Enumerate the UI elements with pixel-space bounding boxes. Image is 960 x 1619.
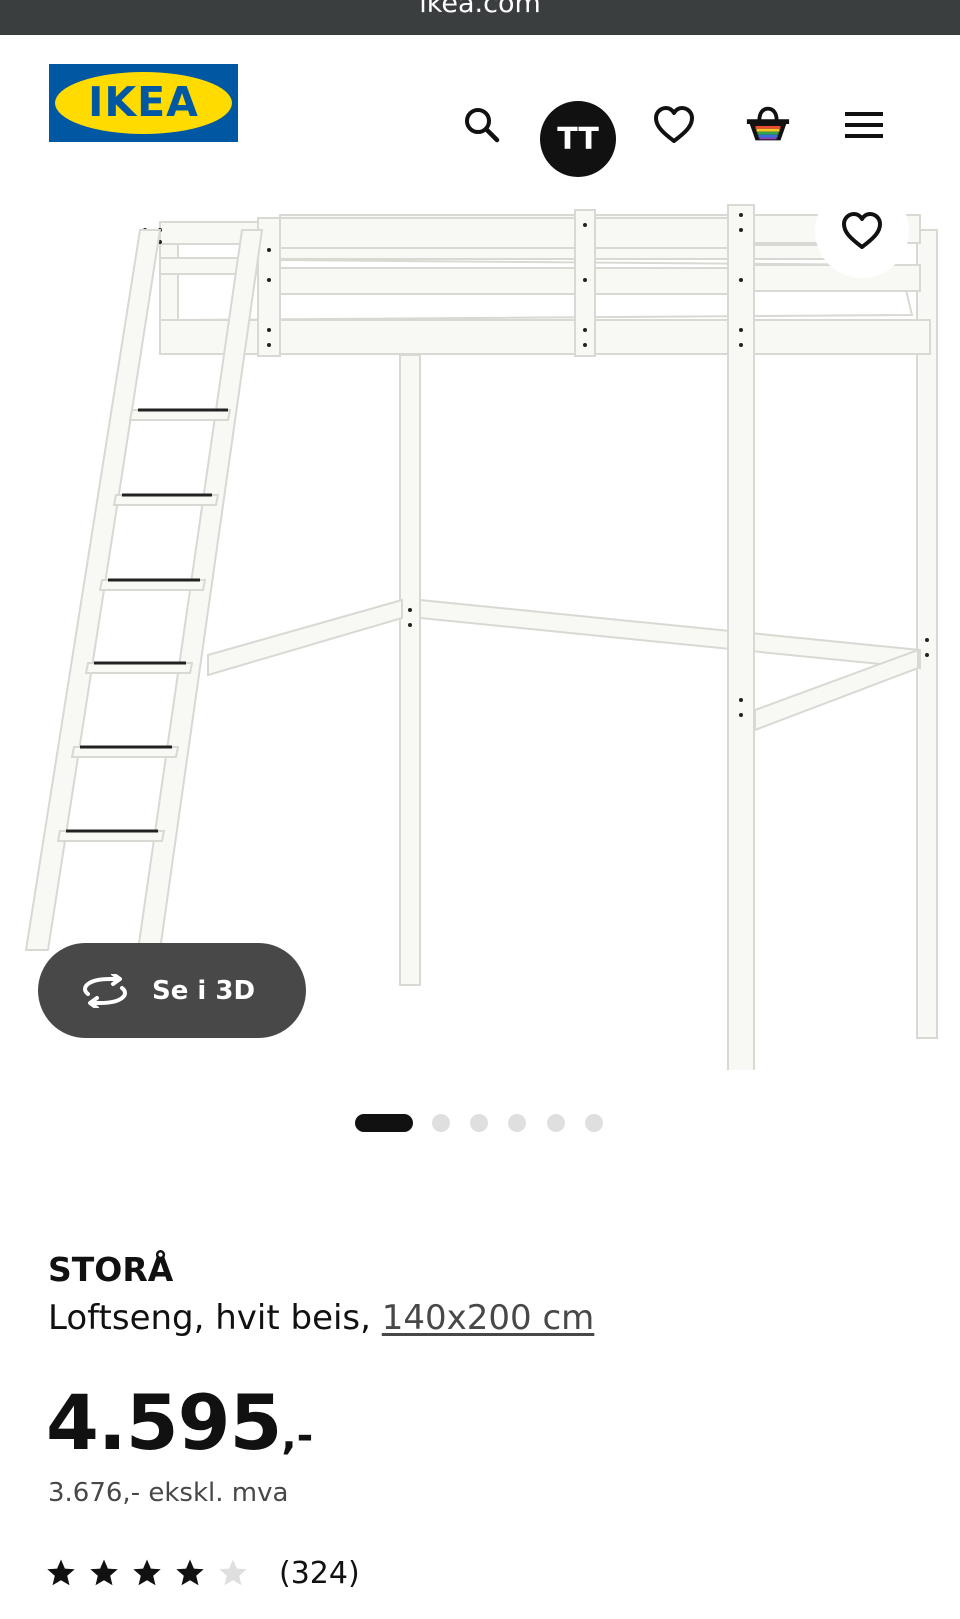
carousel-dot-5[interactable] (547, 1114, 565, 1132)
favorites-heart-icon[interactable] (650, 101, 698, 149)
basket-icon[interactable] (744, 101, 792, 149)
review-count[interactable]: (324) (279, 1556, 360, 1591)
rating-stars (46, 1558, 261, 1588)
product-rating[interactable]: (324) (46, 1553, 360, 1593)
star-filled-icon (90, 1559, 118, 1586)
save-to-favorites-heart-icon[interactable] (815, 184, 909, 278)
product-description: Loftseng, hvit beis, 140x200 cm (48, 1298, 594, 1338)
carousel-dot-1[interactable] (355, 1114, 413, 1132)
carousel-dot-3[interactable] (470, 1114, 488, 1132)
price-value: 4.595 (46, 1378, 282, 1467)
product-image-gallery[interactable]: Se i 3D (0, 170, 960, 1070)
view-in-3d-label: Se i 3D (152, 975, 256, 1006)
browser-url-bar[interactable]: ikea.com (0, 0, 960, 35)
size-link[interactable]: 140x200 cm (382, 1298, 595, 1338)
user-avatar[interactable]: TT (540, 101, 616, 177)
product-price: 4.595,- (46, 1378, 313, 1467)
ikea-logo[interactable]: IKEA (49, 64, 238, 142)
product-type-text: Loftseng, hvit beis, (48, 1298, 382, 1338)
menu-icon[interactable] (840, 101, 888, 149)
logo-text: IKEA (88, 78, 199, 126)
star-filled-icon (47, 1559, 75, 1586)
image-carousel-indicator (0, 1112, 960, 1134)
carousel-dot-2[interactable] (432, 1114, 450, 1132)
star-filled-icon (176, 1559, 204, 1586)
view-in-3d-button[interactable]: Se i 3D (38, 943, 306, 1038)
url-text: ikea.com (419, 0, 541, 19)
product-name: STORÅ (48, 1250, 174, 1289)
search-icon[interactable] (458, 101, 506, 149)
rotate-3d-icon (83, 973, 127, 1008)
price-excluding-vat: 3.676,- ekskl. mva (48, 1478, 289, 1508)
carousel-dot-4[interactable] (508, 1114, 526, 1132)
product-image-loft-bed (24, 204, 938, 1070)
star-empty-icon (219, 1559, 247, 1586)
star-filled-icon (133, 1559, 161, 1586)
site-header: IKEA TT (0, 35, 960, 177)
carousel-dot-6[interactable] (585, 1114, 603, 1132)
price-suffix: ,- (281, 1413, 314, 1459)
